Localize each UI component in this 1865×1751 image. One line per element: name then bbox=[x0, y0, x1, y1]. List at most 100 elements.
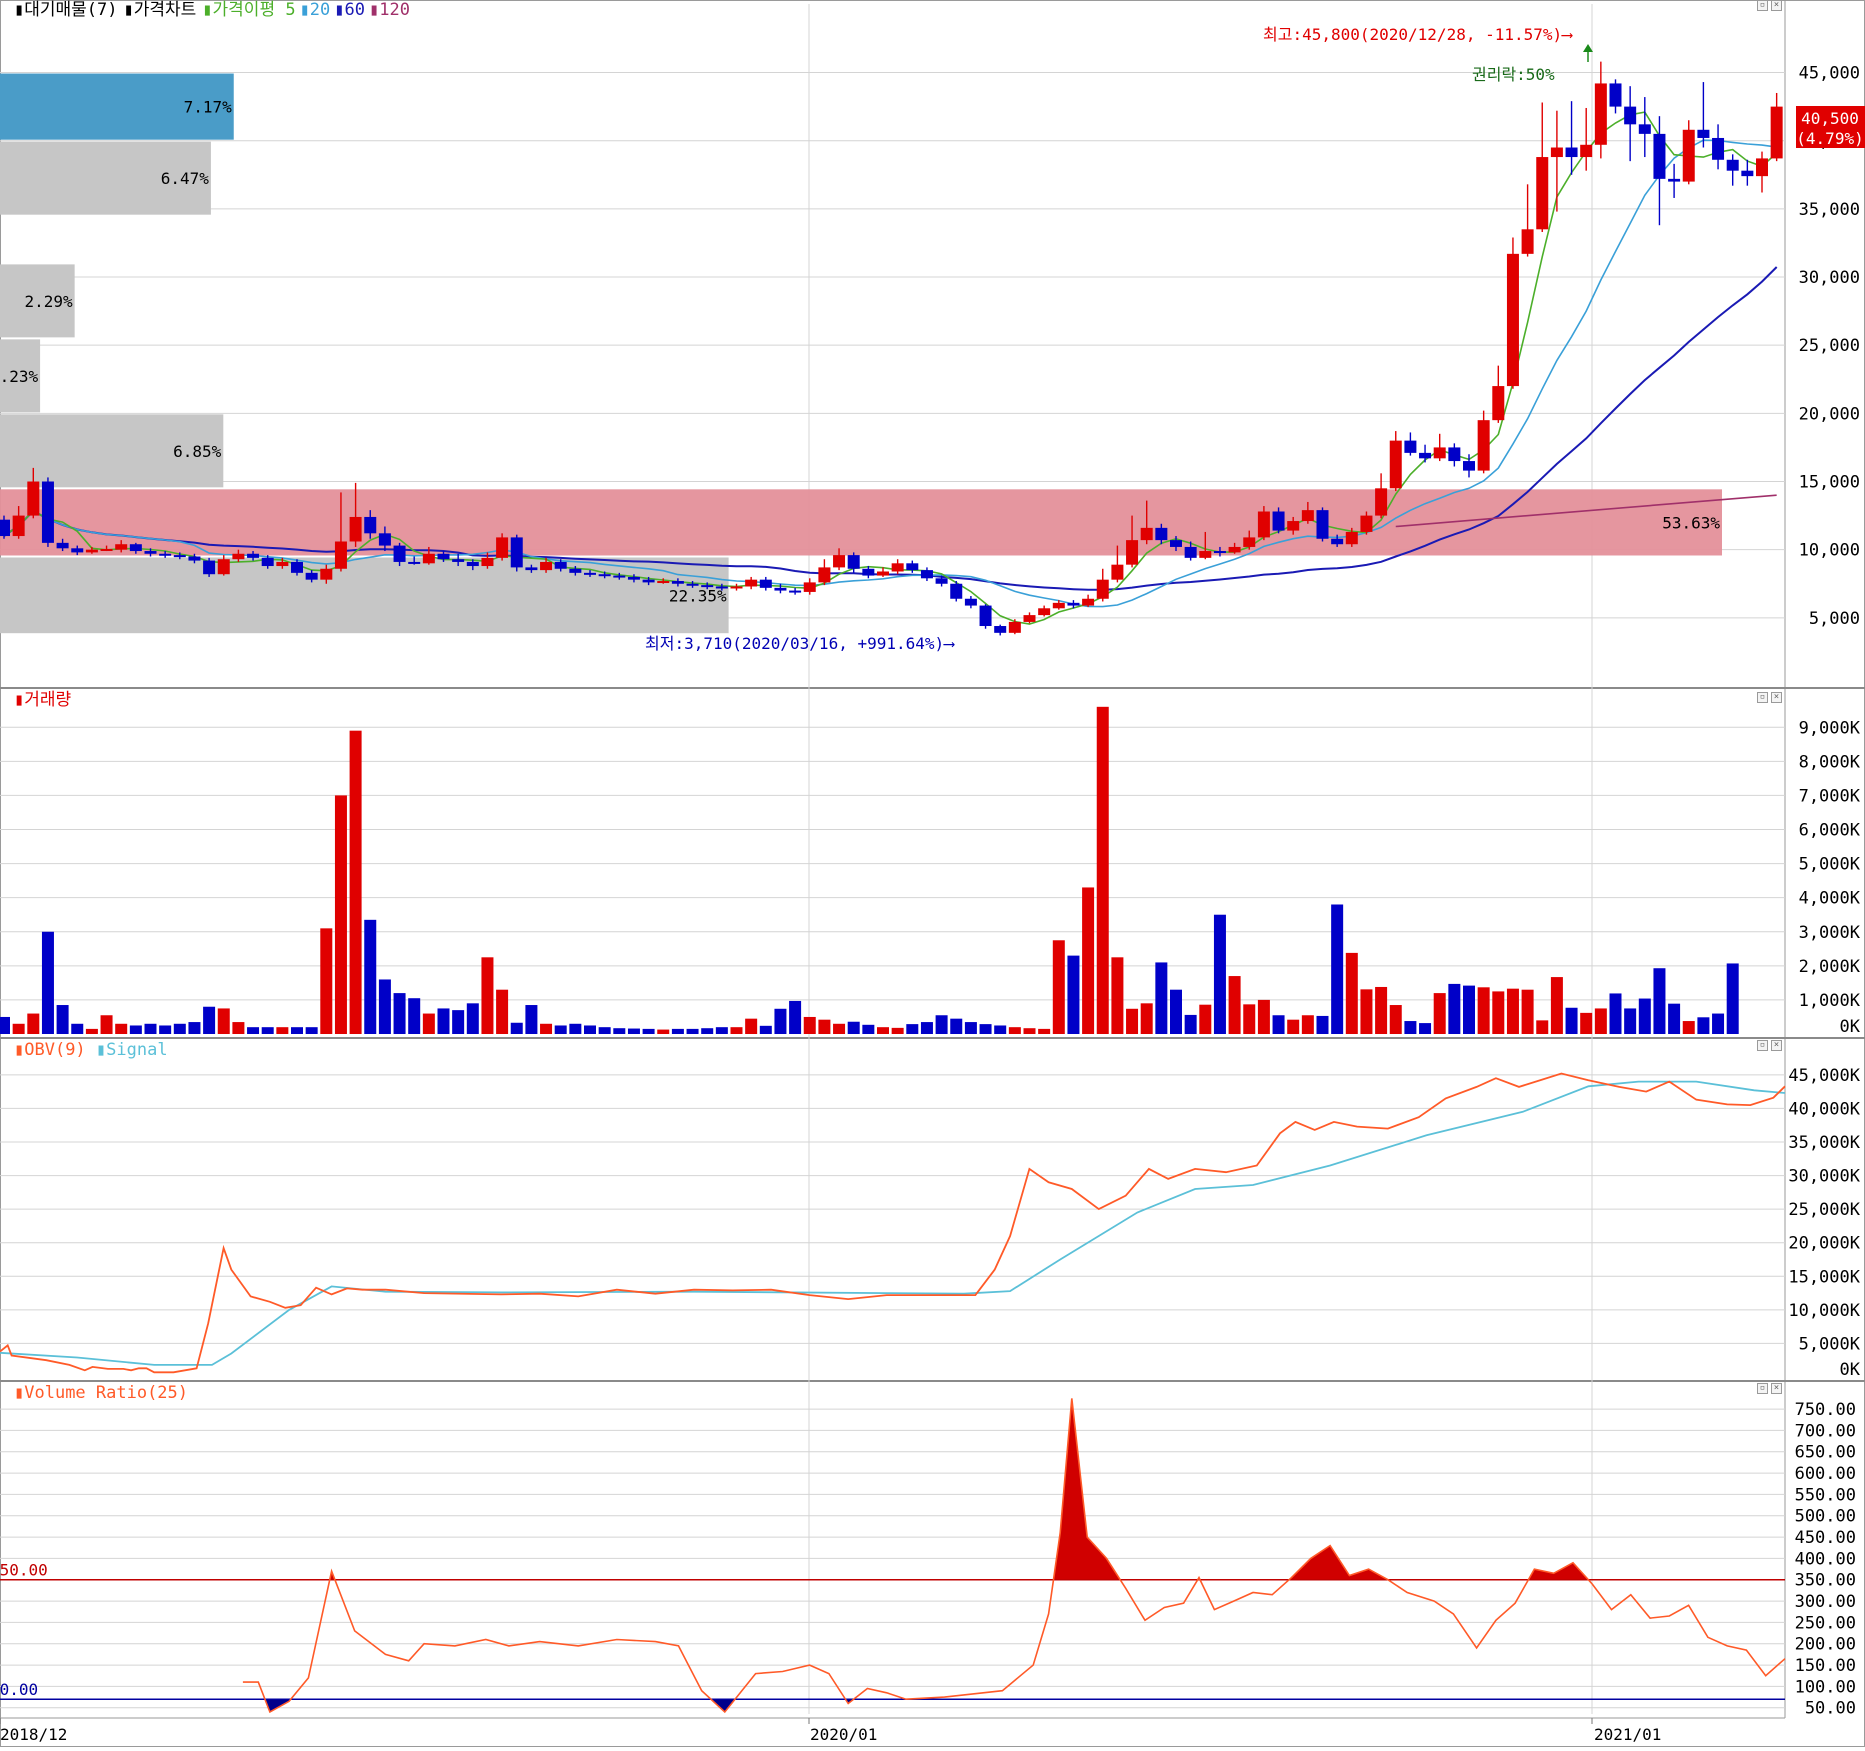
volume-bar bbox=[1477, 987, 1490, 1034]
volume-bar bbox=[1331, 904, 1344, 1034]
candle-body bbox=[1213, 551, 1226, 554]
volume-profile-label: 22.35% bbox=[669, 586, 727, 605]
candle-body bbox=[364, 516, 377, 534]
candle-body bbox=[1038, 608, 1051, 616]
vr-tick-label: 600.00 bbox=[1795, 1464, 1856, 1484]
candle-body bbox=[1375, 488, 1388, 516]
candle-body bbox=[1126, 540, 1139, 565]
volume-bar bbox=[247, 1027, 260, 1034]
chart-canvas[interactable]: 5,000 10,000 15,000 20,000 25,000 30,000 35,00… bbox=[0, 0, 1865, 1747]
volume-panel-minimize-button[interactable]: ▫ bbox=[1757, 692, 1768, 703]
candle-body bbox=[349, 516, 362, 542]
candle-body bbox=[906, 563, 919, 571]
volume-bar bbox=[979, 1024, 992, 1034]
candle-body bbox=[496, 537, 509, 558]
volume-bar bbox=[950, 1018, 963, 1034]
candle-body bbox=[1257, 511, 1270, 538]
price-legend-item[interactable]: ▮가격이평 5 bbox=[202, 0, 295, 20]
volume-bar bbox=[584, 1025, 596, 1034]
volume-tick-label: 5,000K bbox=[1799, 855, 1861, 875]
candle-body bbox=[247, 553, 260, 558]
candle-body bbox=[408, 561, 421, 564]
volume-tick-label: 1,000K bbox=[1799, 991, 1861, 1011]
volume-bar bbox=[71, 1023, 84, 1034]
volume-bar bbox=[789, 1000, 802, 1034]
vr-tick-label: 650.00 bbox=[1795, 1443, 1856, 1463]
volume-bar bbox=[1712, 1013, 1725, 1034]
obv-panel-minimize-button[interactable]: ▫ bbox=[1757, 1040, 1768, 1051]
volume-bar bbox=[1404, 1021, 1417, 1034]
price-panel-minimize-button[interactable]: ▫ bbox=[1757, 0, 1768, 11]
obv-panel-close-button[interactable]: × bbox=[1771, 1040, 1782, 1051]
volume-bar bbox=[569, 1023, 582, 1034]
volume-bar bbox=[115, 1023, 128, 1034]
candle-body bbox=[1111, 564, 1124, 580]
volume-bar bbox=[1287, 1019, 1300, 1034]
candle-body bbox=[1140, 527, 1153, 541]
candle-body bbox=[657, 581, 670, 584]
price-panel-close-button[interactable]: × bbox=[1771, 0, 1782, 11]
candle-body bbox=[642, 579, 655, 583]
volume-profile-label: 2.29% bbox=[24, 292, 73, 311]
vr-tick-label: 250.00 bbox=[1795, 1613, 1856, 1633]
candle-body bbox=[1360, 515, 1373, 532]
volume-bar bbox=[613, 1028, 626, 1034]
volume-legend-marker: ▮ bbox=[14, 690, 25, 710]
candle-body bbox=[964, 598, 977, 606]
candle-body bbox=[217, 559, 230, 575]
candle-body bbox=[27, 481, 40, 516]
vr-panel-close-button[interactable]: × bbox=[1771, 1383, 1782, 1394]
obv-tick-label: 45,000K bbox=[1788, 1066, 1860, 1086]
price-legend-item[interactable]: ▮가격차트 bbox=[124, 0, 197, 20]
candle-body bbox=[818, 567, 831, 583]
volume-bar bbox=[1140, 1003, 1153, 1034]
candle-body bbox=[100, 548, 113, 551]
volume-bar bbox=[0, 1016, 10, 1034]
price-legend-item[interactable]: ▮120 bbox=[369, 0, 410, 20]
vr-tick-label: 550.00 bbox=[1795, 1485, 1856, 1505]
volume-bar bbox=[1008, 1027, 1021, 1034]
x-tick-label: 2018/12 bbox=[0, 1725, 67, 1744]
volume-profile-label: 1.23% bbox=[0, 367, 38, 386]
volume-profile-label: 6.47% bbox=[161, 169, 210, 188]
candle-body bbox=[510, 537, 523, 568]
candle-body bbox=[1565, 147, 1578, 158]
signal-legend-label: Signal bbox=[106, 1040, 168, 1060]
volume-bar bbox=[1360, 989, 1373, 1034]
volume-bar bbox=[598, 1027, 611, 1034]
price-tick-label: 10,000 bbox=[1799, 541, 1860, 561]
volume-bar bbox=[686, 1028, 699, 1034]
candle-body bbox=[1419, 452, 1432, 459]
candle-body bbox=[203, 560, 216, 575]
volume-bar bbox=[144, 1023, 157, 1034]
candle-body bbox=[378, 533, 391, 546]
candle-body bbox=[1052, 602, 1065, 609]
price-legend-item[interactable]: ▮대기매물(7) bbox=[14, 0, 118, 20]
vr-panel-minimize-button[interactable]: ▫ bbox=[1757, 1383, 1768, 1394]
volume-bar bbox=[1228, 976, 1241, 1034]
candle-body bbox=[1609, 83, 1622, 107]
price-tick-label: 30,000 bbox=[1799, 268, 1860, 288]
price-legend-item[interactable]: ▮20 bbox=[300, 0, 331, 20]
candle-body bbox=[1389, 440, 1402, 489]
volume-bar bbox=[891, 1027, 904, 1034]
price-legend-item[interactable]: ▮60 bbox=[334, 0, 365, 20]
volume-bar bbox=[261, 1027, 274, 1034]
volume-bar bbox=[1272, 1015, 1285, 1034]
volume-bar bbox=[1301, 1015, 1314, 1034]
price-tick-label: 35,000 bbox=[1799, 200, 1860, 220]
volume-bar bbox=[1316, 1015, 1329, 1034]
candle-body bbox=[305, 572, 318, 580]
candle-body bbox=[115, 544, 128, 550]
candle-body bbox=[891, 563, 904, 572]
volume-legend: ▮거래량 bbox=[14, 690, 71, 710]
volume-legend-label: 거래량 bbox=[24, 690, 72, 710]
candle-body bbox=[1243, 537, 1256, 547]
candle-body bbox=[1506, 253, 1519, 387]
volume-bar bbox=[1609, 993, 1622, 1034]
volume-bar bbox=[349, 730, 362, 1034]
stock-chart-window: 5,000 10,000 15,000 20,000 25,000 30,000 35,00… bbox=[0, 0, 1865, 1747]
obv-tick-label: 30,000K bbox=[1788, 1167, 1860, 1187]
candle-body bbox=[0, 519, 10, 537]
volume-panel-close-button[interactable]: × bbox=[1771, 692, 1782, 703]
